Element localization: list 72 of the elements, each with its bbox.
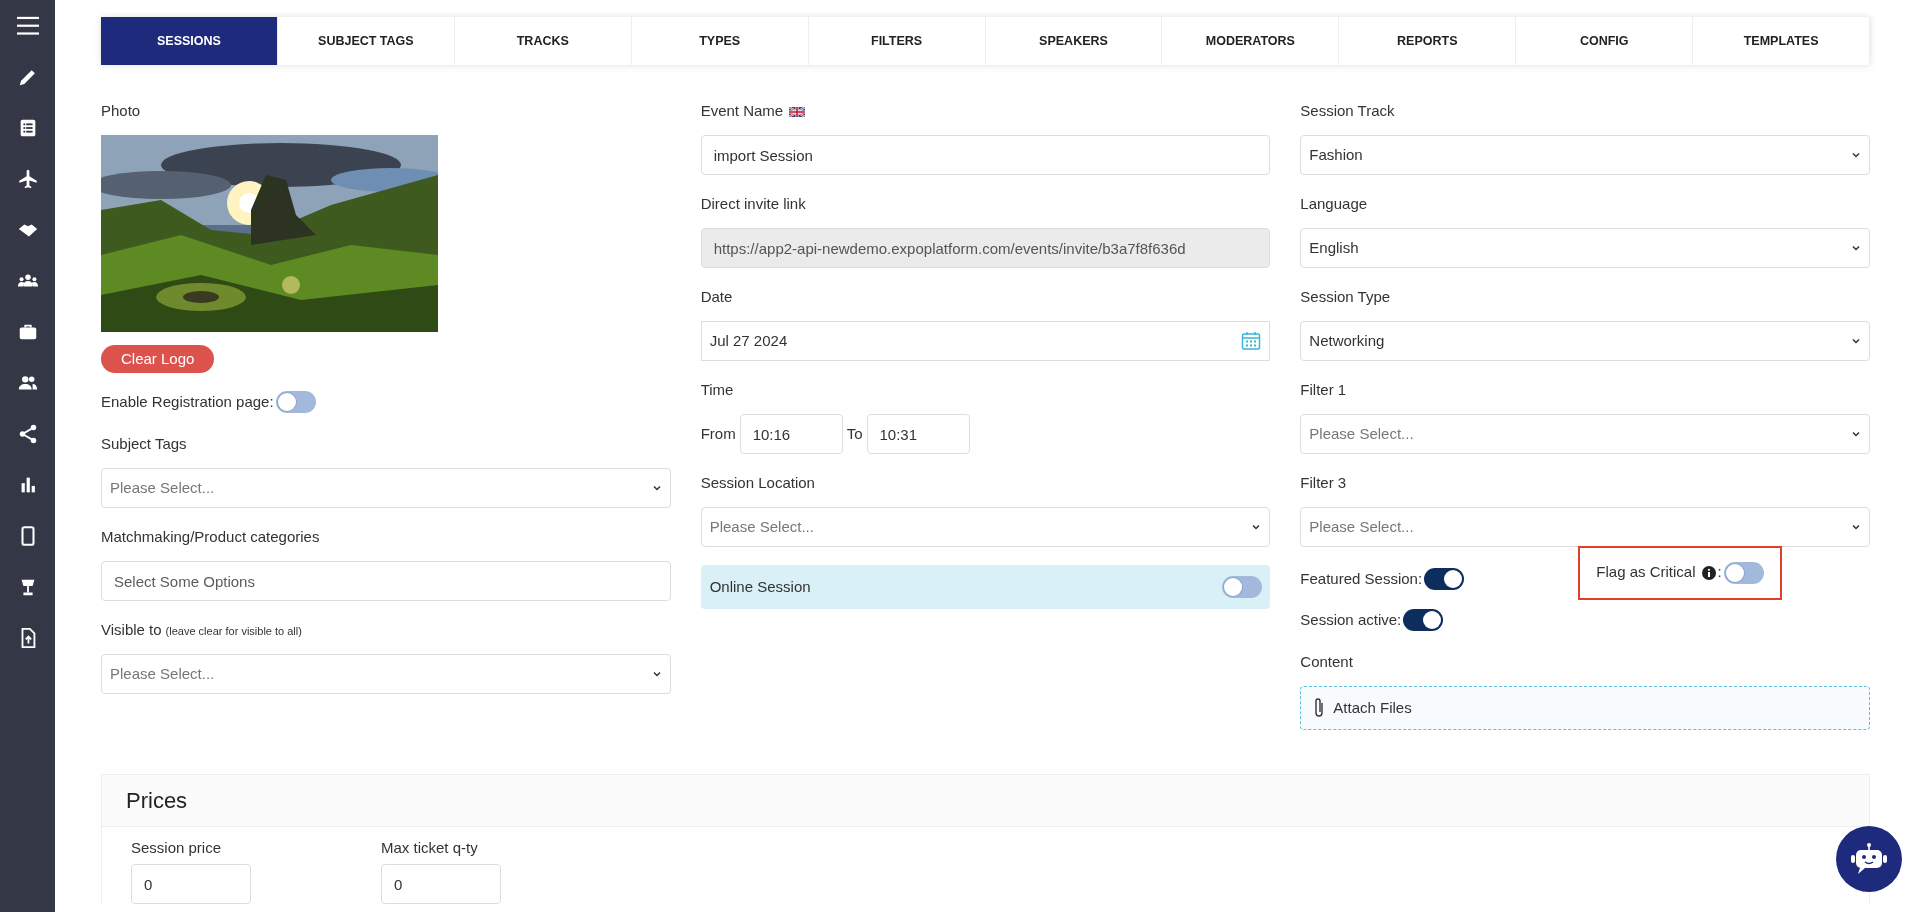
chevron-down-icon bbox=[1851, 150, 1861, 160]
input-field[interactable]: import Session bbox=[700, 135, 1271, 175]
time-label: From bbox=[700, 423, 736, 444]
select-field[interactable]: Networking bbox=[1300, 321, 1870, 361]
card-title: Prices bbox=[126, 787, 188, 815]
toggle-switch[interactable] bbox=[1723, 561, 1764, 584]
tab[interactable]: TEMPLATES bbox=[1693, 17, 1871, 65]
field-label: Subject Tags bbox=[101, 434, 187, 454]
time-field[interactable]: 10:31 bbox=[866, 414, 970, 454]
field-label: Event Name bbox=[700, 101, 784, 121]
paperclip-icon bbox=[1313, 697, 1326, 719]
chevron-down-icon bbox=[1851, 429, 1861, 439]
field-label: Date bbox=[700, 287, 733, 307]
tab[interactable]: FILTERS bbox=[808, 17, 986, 65]
menu-icon[interactable] bbox=[16, 15, 39, 37]
input-field[interactable]: 0 bbox=[381, 864, 501, 904]
toggle-label: Featured Session: bbox=[1300, 569, 1423, 589]
select-field[interactable]: Please Select... bbox=[101, 654, 671, 694]
field-label: Language bbox=[1300, 194, 1368, 214]
toggle-switch[interactable] bbox=[1403, 609, 1444, 631]
field-label: Session Location bbox=[700, 473, 815, 493]
field-label: Filter 3 bbox=[1300, 473, 1347, 493]
select-field[interactable]: Please Select... bbox=[1300, 507, 1870, 547]
clear-logo-button[interactable]: Clear Logo bbox=[101, 345, 215, 373]
tab[interactable]: MODERATORS bbox=[1162, 17, 1340, 65]
chevron-down-icon bbox=[1851, 243, 1861, 253]
tab[interactable]: TYPES bbox=[631, 17, 809, 65]
tab[interactable]: SESSIONS bbox=[101, 17, 278, 65]
field-label: Max ticket q-ty bbox=[381, 838, 478, 858]
date-field[interactable]: Jul 27 2024 bbox=[700, 321, 1271, 361]
toggle-switch[interactable] bbox=[1424, 568, 1465, 590]
chevron-down-icon bbox=[651, 669, 662, 679]
field-label: Photo bbox=[101, 101, 141, 121]
field-label: Session price bbox=[131, 838, 222, 858]
tab[interactable]: SUBJECT TAGS bbox=[277, 17, 455, 65]
field-label: Matchmaking/Product categories bbox=[101, 527, 320, 547]
airplane-icon[interactable] bbox=[16, 168, 39, 190]
field-label: Session Type bbox=[1300, 287, 1391, 307]
chevron-down-icon bbox=[1851, 336, 1861, 346]
field-label: Direct invite link bbox=[700, 194, 806, 214]
calendar-icon bbox=[1241, 331, 1262, 351]
select-field[interactable]: Please Select... bbox=[1300, 414, 1870, 454]
time-field[interactable]: 10:16 bbox=[739, 414, 843, 454]
toggle-label: Enable Registration page: bbox=[101, 392, 274, 412]
toggle-switch[interactable] bbox=[275, 391, 316, 413]
field-label: Filter 1 bbox=[1300, 380, 1347, 400]
select-field[interactable]: English bbox=[1300, 228, 1870, 268]
input-field[interactable]: Select Some Options bbox=[101, 561, 671, 601]
select-field[interactable]: Please Select... bbox=[700, 507, 1271, 547]
toggle-label: Online Session bbox=[709, 576, 811, 597]
field-label: Time bbox=[700, 380, 734, 400]
toggle-label: Session active: bbox=[1300, 610, 1402, 630]
chevron-down-icon bbox=[1851, 522, 1861, 532]
select-field[interactable]: Please Select... bbox=[101, 468, 671, 508]
time-label: To bbox=[846, 423, 863, 444]
chevron-down-icon bbox=[651, 483, 662, 493]
field-label: Content bbox=[1300, 652, 1353, 672]
robot-icon bbox=[1850, 842, 1888, 876]
field-label: Visible to bbox=[101, 620, 162, 640]
attach-files-button[interactable]: Attach Files bbox=[1300, 686, 1870, 730]
tab[interactable]: TRACKS bbox=[454, 17, 632, 65]
toggle-label: Flag as Critical bbox=[1596, 562, 1696, 583]
field-label: Session Track bbox=[1300, 101, 1395, 121]
tab[interactable]: REPORTS bbox=[1339, 17, 1517, 65]
colon-text: : bbox=[1717, 562, 1722, 583]
tab[interactable]: CONFIG bbox=[1516, 17, 1694, 65]
chevron-down-icon bbox=[1251, 522, 1262, 532]
toggle-switch[interactable] bbox=[1222, 576, 1263, 598]
select-field[interactable]: Fashion bbox=[1300, 135, 1870, 175]
tab[interactable]: SPEAKERS bbox=[985, 17, 1163, 65]
input-field[interactable]: 0 bbox=[131, 864, 251, 904]
field-hint: (leave clear for visible to all) bbox=[165, 625, 302, 637]
